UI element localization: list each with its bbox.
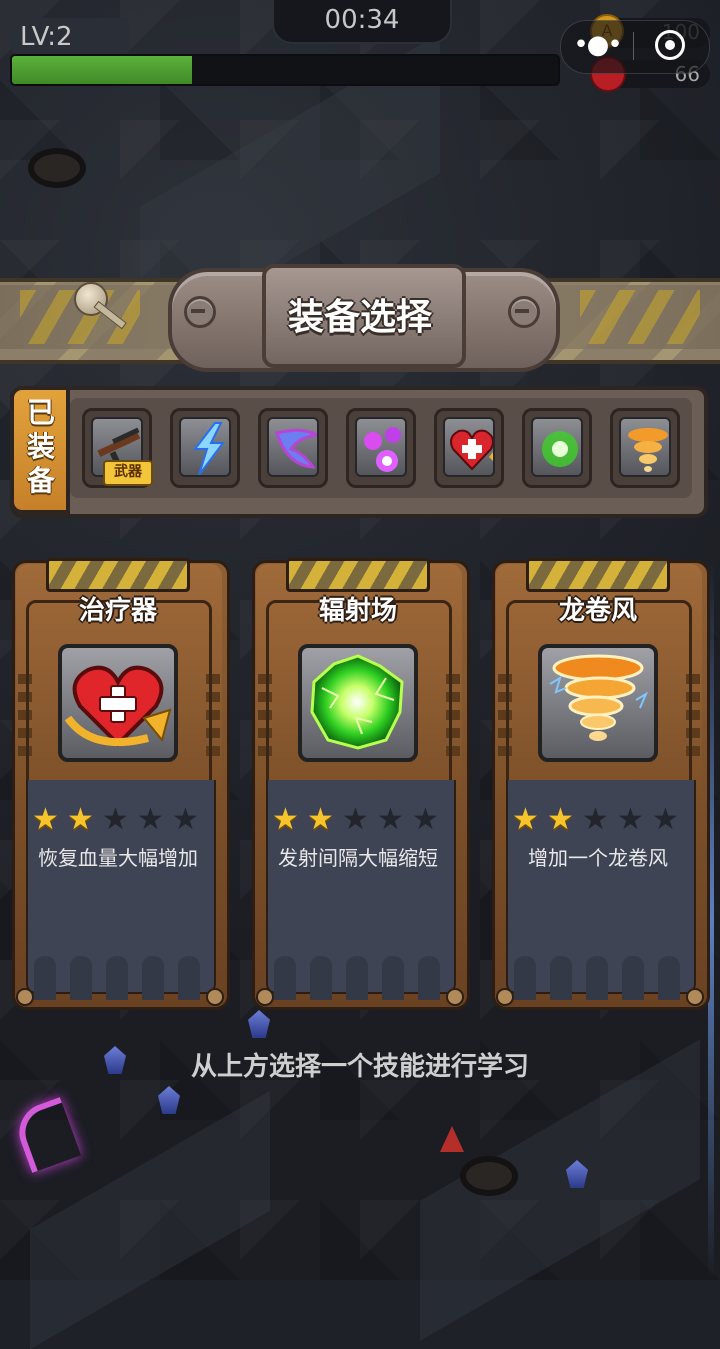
bolt-icon <box>206 988 224 1006</box>
hazard-stripe <box>580 290 700 344</box>
bolt-icon <box>508 296 540 328</box>
skill-description: 增加一个龙卷风 <box>528 846 668 870</box>
star-empty-icon: ★ <box>137 802 164 837</box>
star-empty-icon: ★ <box>412 802 439 837</box>
xp-bar <box>10 54 560 86</box>
card-ribs <box>32 956 208 1000</box>
card-rib <box>34 956 56 1000</box>
xp-bar-fill <box>12 56 193 84</box>
selection-hint: 从上方选择一个技能进行学习 <box>190 1052 529 1082</box>
weapon-tag: 武器 <box>103 460 153 486</box>
card-rib <box>622 956 644 1000</box>
bolt-icon <box>16 988 34 1006</box>
tire-prop <box>28 148 86 188</box>
card-rib <box>346 956 368 1000</box>
card-rib <box>106 956 128 1000</box>
skill-name: 治疗器 <box>78 596 157 626</box>
skill-description: 发射间隔大幅缩短 <box>278 846 438 870</box>
star-empty-icon: ★ <box>102 802 129 837</box>
card-hazard-plate <box>526 558 670 592</box>
level-label: LV:2 <box>20 22 73 52</box>
star-rating: ★ ★ ★ ★ ★ <box>32 804 212 836</box>
equip-slot-heal[interactable] <box>434 408 504 488</box>
radiation-field-icon <box>531 417 583 477</box>
star-empty-icon: ★ <box>377 802 404 837</box>
star-filled-icon: ★ <box>272 802 299 837</box>
star-empty-icon: ★ <box>582 802 609 837</box>
equip-slot-boomerang[interactable] <box>258 408 328 488</box>
equipped-label-char: 已 <box>26 396 55 429</box>
star-empty-icon: ★ <box>617 802 644 837</box>
card-rib <box>586 956 608 1000</box>
star-filled-icon: ★ <box>67 802 94 837</box>
capsule-divider <box>633 32 634 60</box>
heal-heart-icon <box>58 644 178 762</box>
tire-prop <box>460 1156 518 1196</box>
lightning-icon <box>179 417 231 477</box>
bolt-icon <box>686 988 704 1006</box>
card-ribs <box>512 956 688 1000</box>
star-empty-icon: ★ <box>172 802 199 837</box>
bolt-icon <box>184 296 216 328</box>
star-filled-icon: ★ <box>512 802 539 837</box>
card-rib <box>142 956 164 1000</box>
card-hazard-plate <box>286 558 430 592</box>
equip-slot-orbs[interactable] <box>346 408 416 488</box>
card-rib <box>274 956 296 1000</box>
equipped-label-char: 装 <box>26 430 55 463</box>
card-rib <box>178 956 200 1000</box>
card-rib <box>70 956 92 1000</box>
card-ribs <box>272 956 448 1000</box>
star-rating: ★ ★ ★ ★ ★ <box>512 804 692 836</box>
tornado-icon <box>538 644 658 762</box>
close-miniapp-button[interactable] <box>655 30 685 60</box>
panel-title: 装备选择 <box>287 297 432 338</box>
card-rib <box>382 956 404 1000</box>
more-menu-button[interactable]: •●• <box>572 30 622 62</box>
bolt-icon <box>256 988 274 1006</box>
star-empty-icon: ★ <box>342 802 369 837</box>
skill-card-heal[interactable]: 治疗器 ★ ★ ★ ★ ★ 恢复血量大幅增加 <box>12 558 230 1010</box>
tornado-icon <box>619 417 671 477</box>
equip-slot-tornado[interactable] <box>610 408 680 488</box>
equipped-label: 已装备 <box>16 396 66 498</box>
boomerang-icon <box>267 417 319 477</box>
skill-card-tornado[interactable]: 龙卷风 ★ ★ ★ ★ ★ 增加一个龙卷风 <box>492 558 710 1010</box>
star-filled-icon: ★ <box>32 802 59 837</box>
star-rating: ★ ★ ★ ★ ★ <box>272 804 452 836</box>
equipped-label-char: 备 <box>26 464 55 497</box>
card-rib <box>550 956 572 1000</box>
star-filled-icon: ★ <box>307 802 334 837</box>
energy-orbs-icon <box>355 417 407 477</box>
traffic-cone-prop <box>440 1126 464 1152</box>
card-rib <box>514 956 536 1000</box>
skill-name: 龙卷风 <box>558 596 637 626</box>
bolt-icon <box>446 988 464 1006</box>
star-filled-icon: ★ <box>547 802 574 837</box>
skill-card-radiation[interactable]: 辐射场 ★ ★ ★ ★ ★ 发射间隔大幅缩短 <box>252 558 470 1010</box>
equip-slot-radiation[interactable] <box>522 408 592 488</box>
radiation-field-icon <box>298 644 418 762</box>
card-hazard-plate <box>46 558 190 592</box>
card-rib <box>310 956 332 1000</box>
skill-name: 辐射场 <box>318 596 397 626</box>
card-rib <box>418 956 440 1000</box>
skill-description: 恢复血量大幅增加 <box>38 846 198 870</box>
equip-slot-lightning[interactable] <box>170 408 240 488</box>
heal-heart-icon <box>443 417 495 477</box>
game-timer: 00:34 <box>272 0 452 44</box>
card-rib <box>658 956 680 1000</box>
star-empty-icon: ★ <box>652 802 679 837</box>
bolt-icon <box>496 988 514 1006</box>
